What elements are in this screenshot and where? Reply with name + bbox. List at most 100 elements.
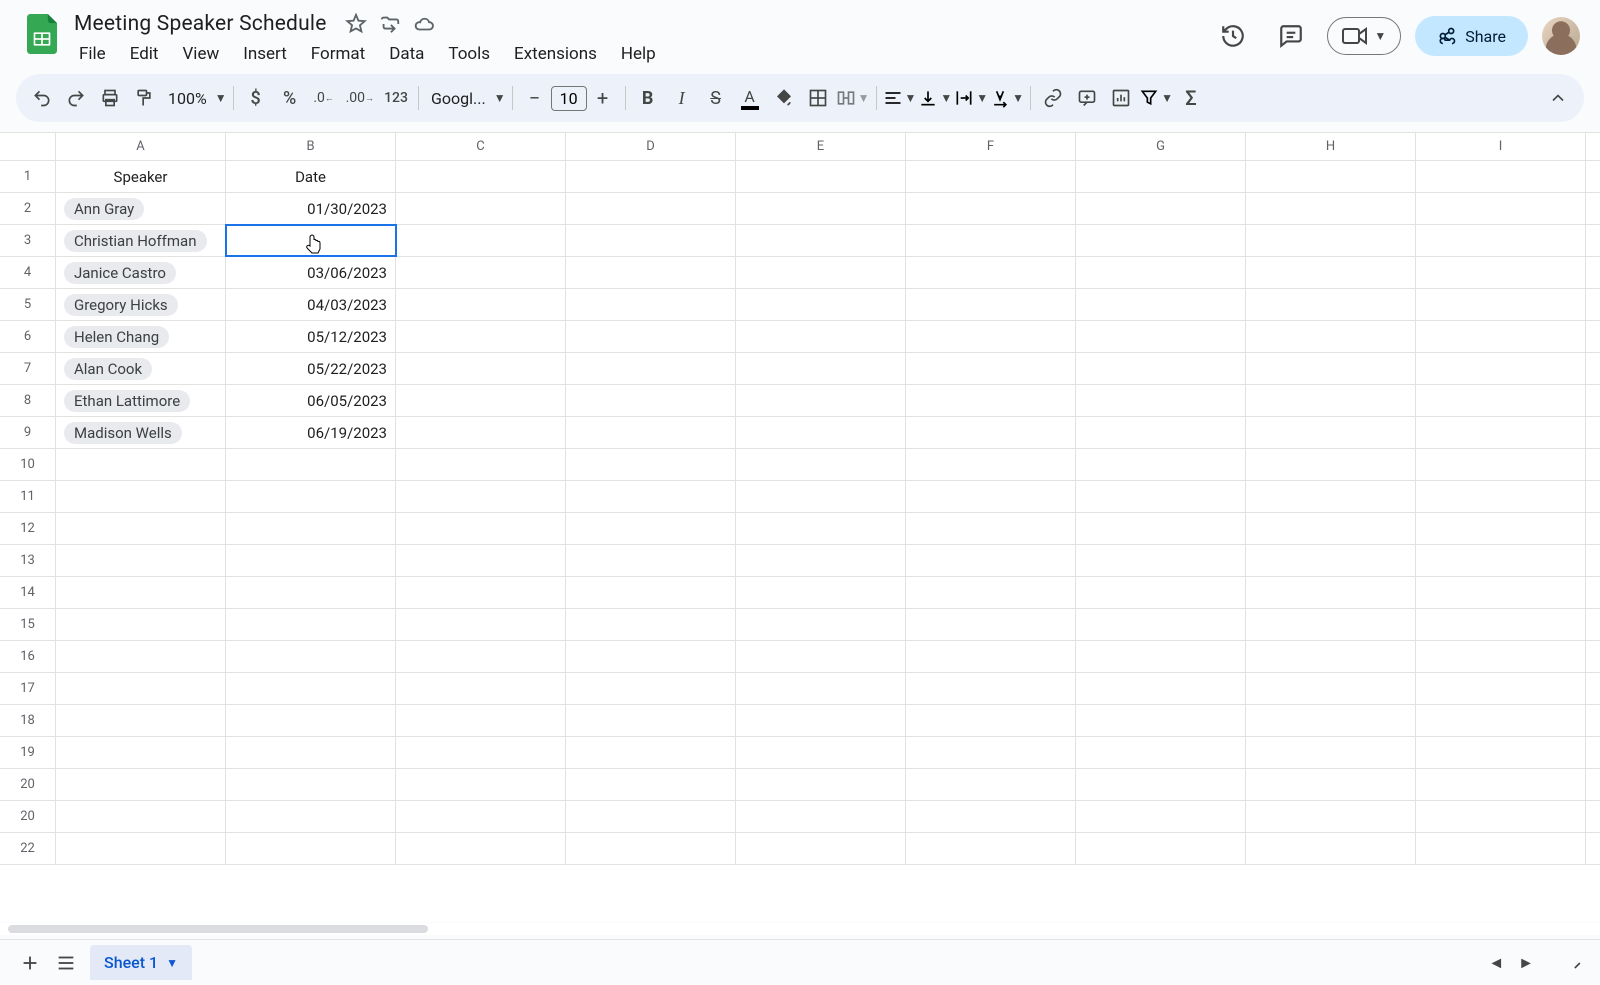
insert-comment-icon[interactable]: [1071, 82, 1103, 114]
cell-A16[interactable]: [56, 641, 226, 672]
cell-G21[interactable]: [1076, 801, 1246, 832]
cell-F10[interactable]: [906, 449, 1076, 480]
row-header[interactable]: 5: [0, 289, 56, 320]
menu-tools[interactable]: Tools: [437, 40, 501, 68]
row-header[interactable]: 15: [0, 609, 56, 640]
cell-I11[interactable]: [1416, 481, 1586, 512]
row-header[interactable]: 3: [0, 225, 56, 256]
cell-F1[interactable]: [906, 161, 1076, 192]
cell-C8[interactable]: [396, 385, 566, 416]
history-icon[interactable]: [1211, 14, 1255, 58]
cell-D9[interactable]: [566, 417, 736, 448]
cell-H9[interactable]: [1246, 417, 1416, 448]
cell-B22[interactable]: [226, 833, 396, 864]
star-icon[interactable]: [345, 13, 367, 35]
comments-icon[interactable]: [1269, 14, 1313, 58]
cell-G15[interactable]: [1076, 609, 1246, 640]
cell-C1[interactable]: [396, 161, 566, 192]
cell-A13[interactable]: [56, 545, 226, 576]
people-chip[interactable]: Alan Cook: [64, 358, 152, 380]
explore-icon[interactable]: [1560, 949, 1588, 977]
bold-icon[interactable]: B: [632, 82, 664, 114]
row-header[interactable]: 20: [0, 801, 56, 832]
italic-icon[interactable]: I: [666, 82, 698, 114]
row-header[interactable]: 10: [0, 449, 56, 480]
cell-D5[interactable]: [566, 289, 736, 320]
cell-G20[interactable]: [1076, 769, 1246, 800]
people-chip[interactable]: Madison Wells: [64, 422, 182, 444]
cell-E2[interactable]: [736, 193, 906, 224]
cell-D7[interactable]: [566, 353, 736, 384]
cell-B8[interactable]: 06/05/2023: [226, 385, 396, 416]
cell-G12[interactable]: [1076, 513, 1246, 544]
cell-I22[interactable]: [1416, 833, 1586, 864]
cell-A7[interactable]: Alan Cook: [56, 353, 226, 384]
meet-button[interactable]: ▼: [1327, 17, 1401, 55]
cell-I10[interactable]: [1416, 449, 1586, 480]
cell-I3[interactable]: [1416, 225, 1586, 256]
cell-D12[interactable]: [566, 513, 736, 544]
cell-E11[interactable]: [736, 481, 906, 512]
cell-B21[interactable]: [226, 801, 396, 832]
cell-G1[interactable]: [1076, 161, 1246, 192]
horizontal-scrollbar[interactable]: [0, 923, 1600, 935]
cell-I13[interactable]: [1416, 545, 1586, 576]
cell-H19[interactable]: [1246, 737, 1416, 768]
cell-H18[interactable]: [1246, 705, 1416, 736]
cell-F21[interactable]: [906, 801, 1076, 832]
cell-E16[interactable]: [736, 641, 906, 672]
cell-E5[interactable]: [736, 289, 906, 320]
menu-file[interactable]: File: [68, 40, 117, 68]
cell-I8[interactable]: [1416, 385, 1586, 416]
borders-icon[interactable]: [802, 82, 834, 114]
cell-E3[interactable]: [736, 225, 906, 256]
cell-F5[interactable]: [906, 289, 1076, 320]
cell-A3[interactable]: Christian Hoffman: [56, 225, 226, 256]
cell-I1[interactable]: [1416, 161, 1586, 192]
column-header-B[interactable]: B: [226, 133, 396, 160]
avatar[interactable]: [1542, 17, 1580, 55]
cell-E14[interactable]: [736, 577, 906, 608]
cell-E20[interactable]: [736, 769, 906, 800]
cell-E9[interactable]: [736, 417, 906, 448]
cell-E1[interactable]: [736, 161, 906, 192]
cell-G3[interactable]: [1076, 225, 1246, 256]
cell-H2[interactable]: [1246, 193, 1416, 224]
menu-view[interactable]: View: [171, 40, 230, 68]
cell-G14[interactable]: [1076, 577, 1246, 608]
scroll-right-icon[interactable]: ►: [1514, 949, 1538, 977]
cell-H6[interactable]: [1246, 321, 1416, 352]
row-header[interactable]: 6: [0, 321, 56, 352]
cell-H16[interactable]: [1246, 641, 1416, 672]
cell-H3[interactable]: [1246, 225, 1416, 256]
cell-G16[interactable]: [1076, 641, 1246, 672]
menu-edit[interactable]: Edit: [119, 40, 170, 68]
cell-I7[interactable]: [1416, 353, 1586, 384]
cell-F12[interactable]: [906, 513, 1076, 544]
people-chip[interactable]: Ann Gray: [64, 198, 144, 220]
menu-extensions[interactable]: Extensions: [503, 40, 608, 68]
sheet-tab[interactable]: Sheet 1 ▼: [90, 945, 192, 980]
cell-H14[interactable]: [1246, 577, 1416, 608]
cell-G2[interactable]: [1076, 193, 1246, 224]
cell-B20[interactable]: [226, 769, 396, 800]
row-header[interactable]: 4: [0, 257, 56, 288]
cell-E19[interactable]: [736, 737, 906, 768]
cell-D19[interactable]: [566, 737, 736, 768]
cell-E15[interactable]: [736, 609, 906, 640]
cell-E12[interactable]: [736, 513, 906, 544]
merge-cells-icon[interactable]: ▼: [836, 88, 870, 108]
column-header-D[interactable]: D: [566, 133, 736, 160]
cell-G22[interactable]: [1076, 833, 1246, 864]
fill-color-icon[interactable]: [768, 82, 800, 114]
cell-I21[interactable]: [1416, 801, 1586, 832]
document-title[interactable]: Meeting Speaker Schedule: [68, 10, 333, 38]
cell-D18[interactable]: [566, 705, 736, 736]
cell-D15[interactable]: [566, 609, 736, 640]
collapse-toolbar-icon[interactable]: [1542, 82, 1574, 114]
cell-B14[interactable]: [226, 577, 396, 608]
cell-F17[interactable]: [906, 673, 1076, 704]
text-wrap-icon[interactable]: ▼: [954, 88, 988, 108]
cell-D17[interactable]: [566, 673, 736, 704]
cell-F3[interactable]: [906, 225, 1076, 256]
